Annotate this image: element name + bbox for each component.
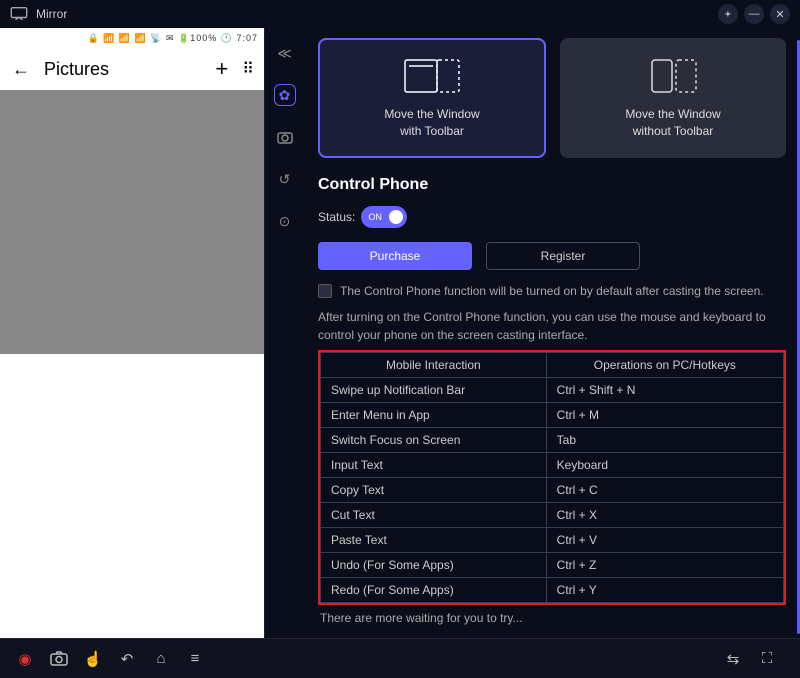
toggle-knob bbox=[389, 210, 403, 224]
table-row: Swipe up Notification BarCtrl + Shift + … bbox=[321, 378, 784, 403]
register-button[interactable]: Register bbox=[486, 242, 640, 270]
photo-thumb[interactable] bbox=[66, 222, 132, 288]
col-mobile: Mobile Interaction bbox=[321, 353, 547, 378]
cell-hotkey: Keyboard bbox=[546, 453, 783, 478]
phone-status-bar: 🔒 📶 📶 📶 📡 ✉ 🔋100% 🕐 7:07 bbox=[0, 28, 264, 48]
phone-mirror-pane: 🔒 📶 📶 📶 📡 ✉ 🔋100% 🕐 7:07 ← Pictures + ⠿ bbox=[0, 28, 264, 638]
cell-mobile: Copy Text bbox=[321, 478, 547, 503]
minimize-button[interactable]: — bbox=[744, 4, 764, 24]
photo-thumb[interactable] bbox=[66, 156, 132, 222]
collapse-icon[interactable]: ≪ bbox=[274, 42, 296, 64]
cell-hotkey: Ctrl + M bbox=[546, 403, 783, 428]
table-row: Copy TextCtrl + C bbox=[321, 478, 784, 503]
photo-thumb[interactable] bbox=[66, 90, 132, 156]
cast-icon bbox=[10, 7, 28, 21]
section-title: Control Phone bbox=[318, 176, 786, 194]
bottom-toolbar: ◉ ☝ ↶ ⌂ ≡ ⇆ ⛶ bbox=[0, 638, 800, 678]
settings-icon[interactable]: ✿ bbox=[274, 84, 296, 106]
photo-thumb[interactable] bbox=[132, 222, 198, 288]
photo-thumb[interactable] bbox=[132, 288, 198, 354]
phone-status-icons: 🔒 📶 📶 📶 📡 ✉ 🔋100% 🕐 7:07 bbox=[87, 33, 258, 44]
default-on-checkbox[interactable] bbox=[318, 284, 332, 298]
window-toolbar-icon bbox=[397, 56, 467, 96]
settings-toggle-button[interactable]: ⇆ bbox=[720, 646, 746, 672]
history-icon[interactable]: ↺ bbox=[274, 168, 296, 190]
cell-mobile: Paste Text bbox=[321, 528, 547, 553]
card-move-without-toolbar[interactable]: Move the Window without Toolbar bbox=[560, 38, 786, 158]
menu-button[interactable]: ≡ bbox=[182, 646, 208, 672]
photo-thumb[interactable] bbox=[132, 90, 198, 156]
photo-thumb[interactable] bbox=[132, 156, 198, 222]
home-button[interactable]: ⌂ bbox=[148, 646, 174, 672]
app-title: Mirror bbox=[36, 7, 67, 21]
cell-mobile: Undo (For Some Apps) bbox=[321, 553, 547, 578]
card-label: without Toolbar bbox=[633, 124, 714, 138]
photo-thumb[interactable] bbox=[0, 222, 66, 288]
photo-thumb[interactable] bbox=[0, 156, 66, 222]
photo-thumb[interactable] bbox=[198, 288, 264, 354]
hotkeys-table: Mobile Interaction Operations on PC/Hotk… bbox=[318, 350, 786, 605]
side-rail: ≪ ✿ ↺ ⊙ bbox=[264, 28, 304, 638]
pictures-title: Pictures bbox=[44, 59, 109, 80]
more-text: There are more waiting for you to try... bbox=[318, 605, 786, 631]
cell-mobile: Switch Focus on Screen bbox=[321, 428, 547, 453]
table-row: Redo (For Some Apps)Ctrl + Y bbox=[321, 578, 784, 603]
expand-icon[interactable]: ⠿ bbox=[242, 59, 252, 79]
camera-icon[interactable] bbox=[274, 126, 296, 148]
window-plain-icon bbox=[638, 56, 708, 96]
titlebar: Mirror — ✕ bbox=[0, 0, 800, 28]
table-row: Enter Menu in AppCtrl + M bbox=[321, 403, 784, 428]
photo-thumb[interactable] bbox=[0, 288, 66, 354]
screenshot-button[interactable] bbox=[46, 646, 72, 672]
record-button[interactable]: ◉ bbox=[12, 646, 38, 672]
settings-panel: Move the Window with Toolbar Move the Win… bbox=[304, 28, 800, 638]
toggle-on-label: ON bbox=[368, 212, 382, 222]
cell-mobile: Enter Menu in App bbox=[321, 403, 547, 428]
fullscreen-button[interactable]: ⛶ bbox=[754, 646, 780, 672]
status-label: Status: bbox=[318, 210, 355, 224]
close-button[interactable]: ✕ bbox=[770, 4, 790, 24]
card-label: with Toolbar bbox=[400, 124, 464, 138]
pin-button[interactable] bbox=[718, 4, 738, 24]
back-arrow-icon[interactable]: ← bbox=[12, 59, 30, 80]
checkbox-label: The Control Phone function will be turne… bbox=[340, 284, 764, 298]
cell-mobile: Cut Text bbox=[321, 503, 547, 528]
table-row: Input TextKeyboard bbox=[321, 453, 784, 478]
photo-gallery[interactable] bbox=[0, 90, 264, 638]
cell-hotkey: Tab bbox=[546, 428, 783, 453]
cell-mobile: Swipe up Notification Bar bbox=[321, 378, 547, 403]
touch-button[interactable]: ☝ bbox=[80, 646, 106, 672]
cell-hotkey: Ctrl + C bbox=[546, 478, 783, 503]
cell-hotkey: Ctrl + Y bbox=[546, 578, 783, 603]
cell-mobile: Redo (For Some Apps) bbox=[321, 578, 547, 603]
add-icon[interactable]: + bbox=[215, 56, 228, 82]
photo-thumb[interactable] bbox=[0, 90, 66, 156]
pictures-header: ← Pictures + ⠿ bbox=[0, 48, 264, 90]
cell-mobile: Input Text bbox=[321, 453, 547, 478]
cell-hotkey: Ctrl + V bbox=[546, 528, 783, 553]
photo-thumb[interactable] bbox=[198, 222, 264, 288]
table-row: Paste TextCtrl + V bbox=[321, 528, 784, 553]
photo-thumb[interactable] bbox=[198, 90, 264, 156]
purchase-button[interactable]: Purchase bbox=[318, 242, 472, 270]
description-text: After turning on the Control Phone funct… bbox=[318, 308, 786, 344]
card-label: Move the Window bbox=[625, 107, 720, 121]
cell-hotkey: Ctrl + X bbox=[546, 503, 783, 528]
col-pc: Operations on PC/Hotkeys bbox=[546, 353, 783, 378]
table-row: Undo (For Some Apps)Ctrl + Z bbox=[321, 553, 784, 578]
status-toggle[interactable]: ON bbox=[361, 206, 407, 228]
table-row: Switch Focus on ScreenTab bbox=[321, 428, 784, 453]
cell-hotkey: Ctrl + Shift + N bbox=[546, 378, 783, 403]
cell-hotkey: Ctrl + Z bbox=[546, 553, 783, 578]
card-label: Move the Window bbox=[384, 107, 479, 121]
photo-thumb[interactable] bbox=[66, 288, 132, 354]
table-row: Cut TextCtrl + X bbox=[321, 503, 784, 528]
photo-thumb[interactable] bbox=[198, 156, 264, 222]
card-move-with-toolbar[interactable]: Move the Window with Toolbar bbox=[318, 38, 546, 158]
target-icon[interactable]: ⊙ bbox=[274, 210, 296, 232]
undo-button[interactable]: ↶ bbox=[114, 646, 140, 672]
